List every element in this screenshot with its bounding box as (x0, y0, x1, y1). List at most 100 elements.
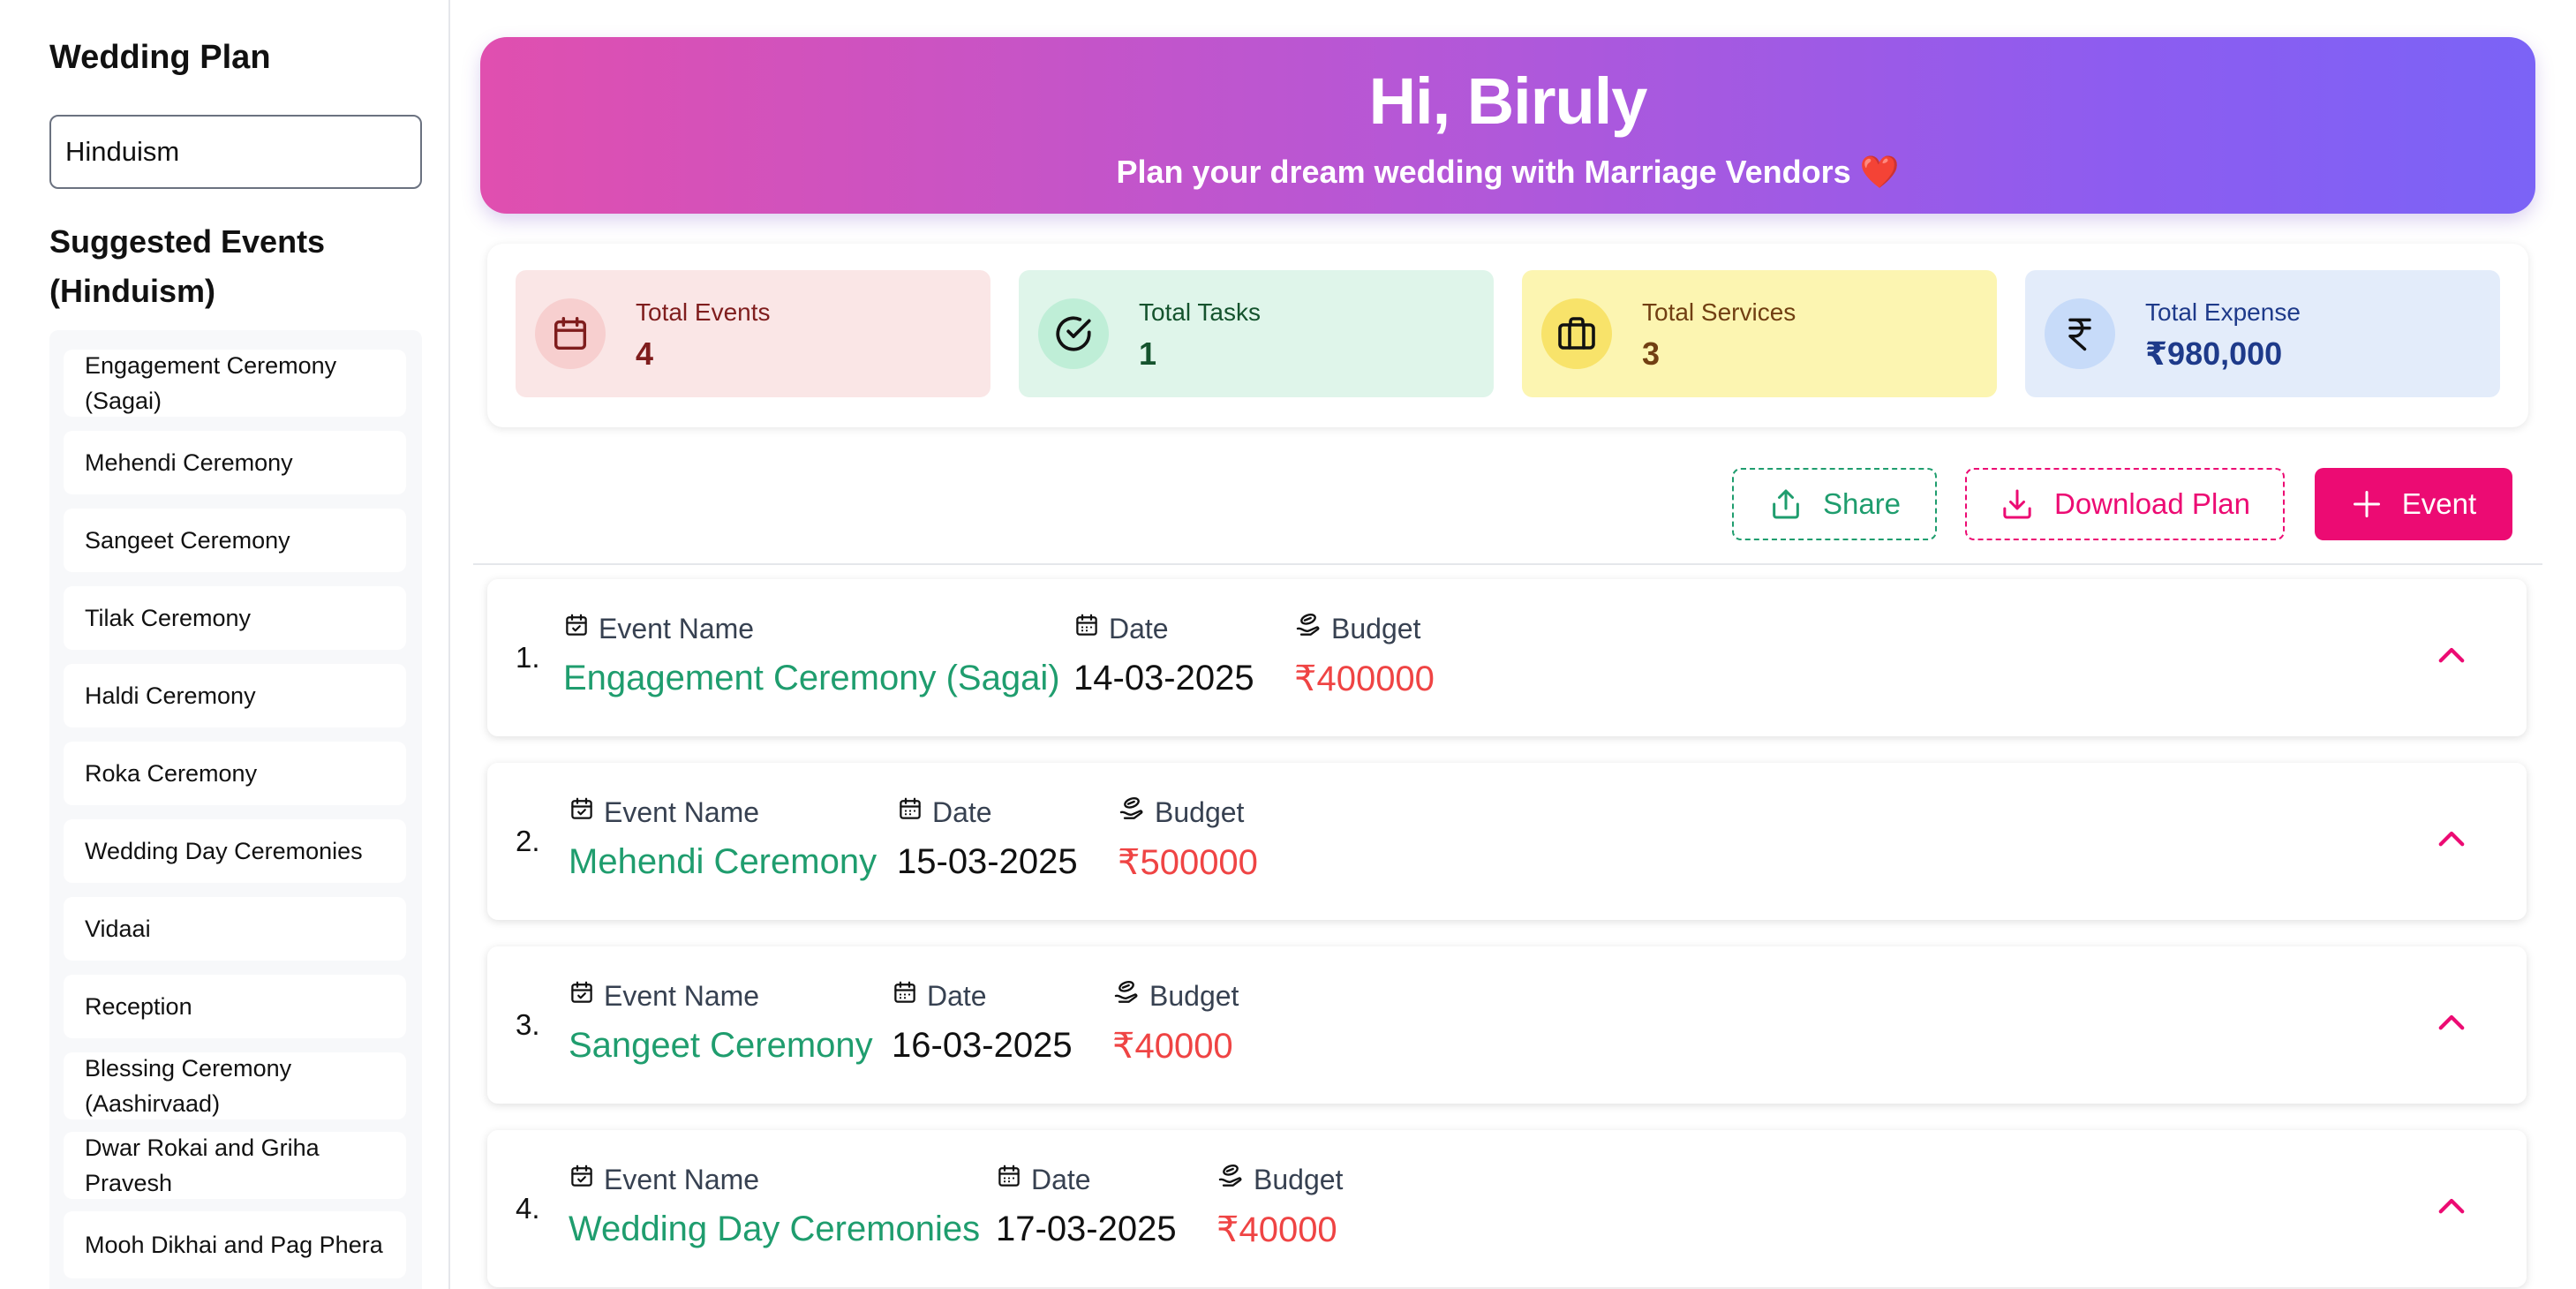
suggested-event-item[interactable]: Roka Ceremony (64, 742, 406, 805)
suggested-event-label: Mooh Dikhai and Pag Phera (85, 1232, 383, 1258)
event-name: Sangeet Ceremony (569, 1026, 873, 1065)
suggested-event-label: Reception (85, 993, 192, 1020)
event-date-column: Date 17-03-2025 (996, 1162, 1177, 1249)
budget-label: Budget (1331, 612, 1421, 644)
money-hand-icon (1216, 1162, 1245, 1197)
greeting-title: Hi, Biruly (1368, 64, 1648, 138)
event-name-column: Event Name Sangeet Ceremony (569, 978, 873, 1066)
chevron-up-icon (2438, 647, 2465, 663)
suggested-event-item[interactable]: Reception (64, 975, 406, 1038)
rupee-icon (2045, 298, 2115, 369)
chevron-up-icon (2438, 831, 2465, 847)
share-button[interactable]: Share (1732, 468, 1937, 540)
calendar-check-icon (569, 979, 595, 1013)
money-hand-icon (1294, 611, 1322, 646)
stat-label: Total Events (636, 298, 771, 326)
calendar-check-icon (569, 1163, 595, 1196)
event-name-label: Event Name (599, 612, 755, 644)
suggested-event-label: Sangeet Ceremony (85, 527, 290, 554)
suggested-event-label: Tilak Ceremony (85, 605, 252, 631)
event-budget: ₹400000 (1294, 660, 1435, 698)
event-name: Wedding Day Ceremonies (569, 1210, 981, 1248)
event-card[interactable]: 3. Event Name Sangeet Ceremony Date 16-03-20… (487, 946, 2527, 1104)
sidebar-title: Wedding Plan (49, 39, 271, 76)
suggested-event-item[interactable]: Haldi Ceremony (64, 664, 406, 727)
download-plan-button[interactable]: Download Plan (1965, 468, 2285, 540)
suggested-event-label: Roka Ceremony (85, 760, 258, 787)
suggested-event-label: Mehendi Ceremony (85, 449, 293, 476)
collapse-toggle[interactable] (2429, 1001, 2474, 1045)
event-date: 14-03-2025 (1073, 659, 1254, 697)
stat-label: Total Services (1642, 298, 1796, 326)
check-circle-icon (1038, 298, 1109, 369)
event-name-column: Event Name Engagement Ceremony (Sagai) (563, 611, 1060, 698)
event-name-label: Event Name (604, 795, 760, 828)
greeting-banner: Hi, Biruly Plan your dream wedding with … (480, 37, 2535, 214)
religion-input[interactable] (49, 115, 422, 189)
event-card[interactable]: 4. Event Name Wedding Day Ceremonies Date 17… (487, 1130, 2527, 1287)
event-date: 15-03-2025 (897, 842, 1078, 881)
budget-label: Budget (1149, 979, 1239, 1012)
stat-value: 4 (636, 335, 654, 372)
calendar-icon (1073, 612, 1100, 645)
calendar-icon (535, 298, 606, 369)
suggested-event-label: Blessing Ceremony (Aashirvaad) (85, 1055, 292, 1117)
collapse-toggle[interactable] (2429, 634, 2474, 678)
greeting-subtitle: Plan your dream wedding with Marriage Ve… (1116, 154, 1900, 190)
stat-value: ₹980,000 (2145, 335, 2283, 372)
suggested-event-item[interactable]: Engagement Ceremony (Sagai) (64, 350, 406, 417)
suggested-event-label: Dwar Rokai and Griha Pravesh (85, 1134, 320, 1196)
suggested-event-label: Engagement Ceremony (Sagai) (85, 352, 337, 414)
event-date: 16-03-2025 (892, 1026, 1073, 1065)
download-icon (2003, 489, 2031, 519)
calendar-check-icon (569, 795, 595, 829)
event-date-column: Date 16-03-2025 (892, 978, 1073, 1066)
chevron-up-icon (2438, 1198, 2465, 1214)
stat-value: 1 (1139, 335, 1157, 372)
event-card[interactable]: 1. Event Name Engagement Ceremony (Sagai) D… (487, 579, 2527, 736)
share-label: Share (1822, 487, 1902, 520)
stat-label: Total Tasks (1139, 298, 1261, 326)
event-budget: ₹40000 (1112, 1027, 1233, 1066)
money-hand-icon (1118, 795, 1146, 830)
calendar-check-icon (563, 612, 590, 645)
suggested-event-item[interactable]: Tilak Ceremony (64, 586, 406, 650)
suggested-event-item[interactable]: Wedding Day Ceremonies (64, 819, 406, 883)
event-card[interactable]: 2. Event Name Mehendi Ceremony Date 15-03-20… (487, 763, 2527, 920)
suggested-event-item[interactable]: Mehendi Ceremony (64, 431, 406, 494)
add-event-label: Event (2401, 487, 2477, 520)
suggested-event-item[interactable]: Mooh Dikhai and Pag Phera (64, 1211, 406, 1278)
event-budget-column: Budget ₹40000 (1112, 978, 1239, 1067)
suggested-events-list: Engagement Ceremony (Sagai) Mehendi Cere… (49, 330, 422, 1289)
event-name-column: Event Name Wedding Day Ceremonies (569, 1162, 980, 1249)
suggested-event-item[interactable]: Dwar Rokai and Griha Pravesh (64, 1132, 406, 1199)
stat-card-total-tasks: Total Tasks 1 (1019, 270, 1494, 397)
divider (473, 563, 2542, 565)
stat-card-total-services: Total Services 3 (1522, 270, 1997, 397)
event-number: 4. (516, 1192, 540, 1225)
suggested-event-label: Vidaai (85, 916, 151, 942)
event-budget-column: Budget ₹40000 (1216, 1162, 1343, 1250)
event-name-label: Event Name (604, 979, 760, 1012)
suggested-event-item[interactable]: Vidaai (64, 897, 406, 961)
event-date-column: Date 14-03-2025 (1073, 611, 1254, 698)
share-icon (1773, 489, 1799, 519)
event-name-column: Event Name Mehendi Ceremony (569, 795, 877, 882)
event-number: 2. (516, 825, 540, 857)
collapse-toggle[interactable] (2429, 1185, 2474, 1229)
event-name: Mehendi Ceremony (569, 842, 877, 881)
date-label: Date (932, 795, 992, 828)
calendar-icon (897, 795, 923, 829)
date-label: Date (1109, 612, 1169, 644)
suggested-event-item[interactable]: Blessing Ceremony (Aashirvaad) (64, 1052, 406, 1119)
briefcase-icon (1541, 298, 1612, 369)
add-event-button[interactable]: Event (2315, 468, 2512, 540)
event-date-column: Date 15-03-2025 (897, 795, 1078, 882)
suggested-event-item[interactable]: Sangeet Ceremony (64, 509, 406, 572)
stats-panel: Total Events 4 Total Tasks 1 Total Servi… (487, 244, 2528, 427)
collapse-toggle[interactable] (2429, 818, 2474, 862)
date-label: Date (1031, 1163, 1091, 1195)
date-label: Date (927, 979, 987, 1012)
event-budget: ₹40000 (1216, 1210, 1337, 1249)
event-name-label: Event Name (604, 1163, 760, 1195)
